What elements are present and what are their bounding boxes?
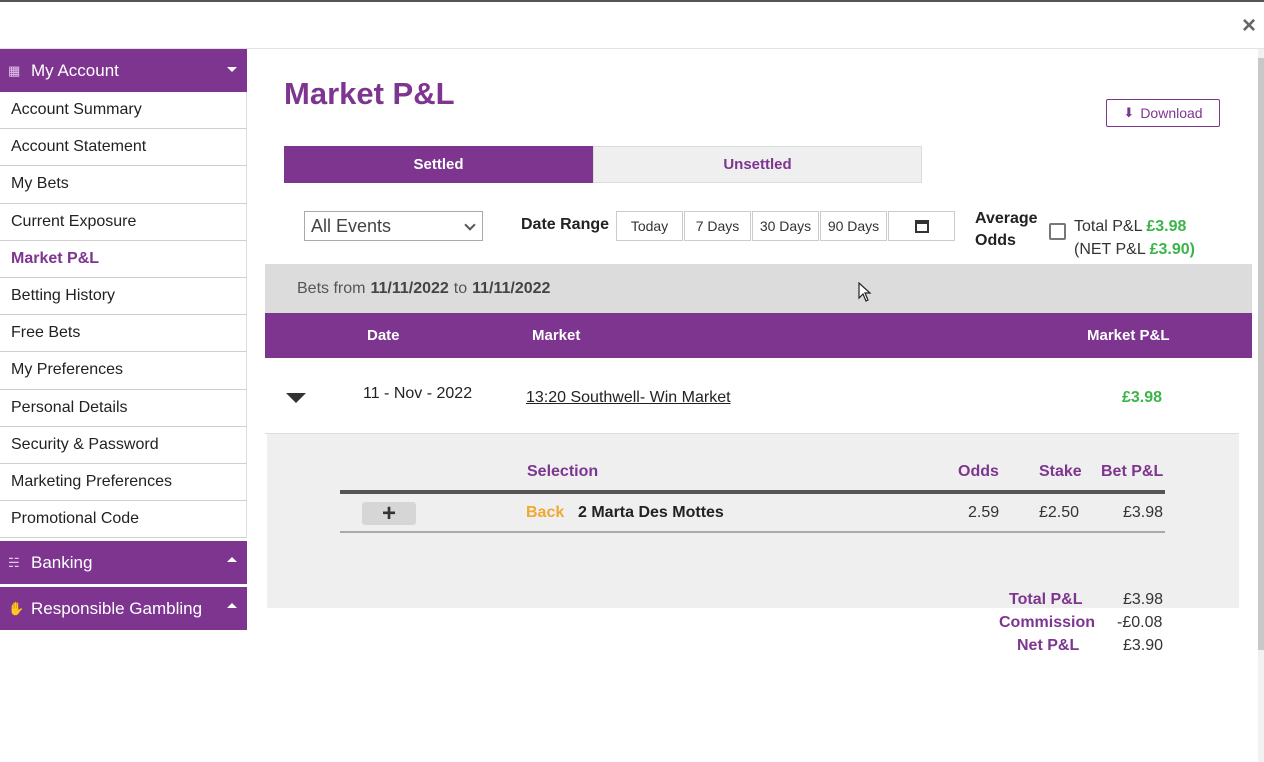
average-odds-label-line2: Odds [975,232,1016,249]
detail-header-selection: Selection [527,463,599,480]
expand-bet-button[interactable]: + [362,499,416,527]
bet-detail-panel: Selection Odds Stake Bet P&L + Back 2 Ma… [267,434,1239,654]
column-header-date: Date [367,327,400,344]
detail-header-bet-pl: Bet P&L [1101,463,1164,480]
caret-up-icon [227,603,237,609]
total-pl-line: Total P&L £3.98 [1074,215,1195,238]
average-odds-label-line1: Average [975,210,1038,227]
bet-selection-name: 2 Marta Des Mottes [578,504,724,521]
bets-from-prefix: Bets from [297,279,366,297]
bets-to-date: 11/11/2022 [472,279,551,297]
sidebar-section-responsible-gambling[interactable]: ✋ Responsible Gambling [0,587,247,631]
tab-settled[interactable]: Settled [284,146,593,183]
sidebar-item-betting-history[interactable]: Betting History [0,277,247,316]
sidebar-item-my-bets[interactable]: My Bets [0,166,247,204]
plus-icon: + [381,499,396,527]
sidebar-item-account-summary[interactable]: Account Summary [0,92,247,130]
column-header-market: Market [532,327,581,344]
collapse-toggle-icon[interactable] [286,393,306,403]
scrollbar-thumb[interactable] [1258,58,1264,650]
bet-row: + Back 2 Marta Des Mottes 2.59 £2.50 £3.… [340,494,1165,533]
bet-odds: 2.59 [968,504,1000,521]
summary-total-pl-label: Total P&L [1009,591,1083,608]
sidebar-item-free-bets[interactable]: Free Bets [0,315,247,353]
average-odds-label: Average Odds [975,208,1038,252]
sidebar-item-market-pl[interactable]: Market P&L [0,240,247,278]
table-row: 11 - Nov - 2022 13:20 Southwell- Win Mar… [265,358,1239,434]
sidebar-section-label: Banking [31,552,93,572]
date-range-90-days-button[interactable]: 90 Days [820,211,887,241]
filters-bar: All Events Date Range Today 7 Days 30 Da… [304,208,1254,258]
caret-down-icon [227,67,237,72]
page-title: Market P&L [284,76,455,111]
download-icon: ⬇ [1123,105,1135,120]
sidebar-item-my-preferences[interactable]: My Preferences [0,352,247,390]
total-pl-summary: Total P&L £3.98 (NET P&L £3.90) [1074,215,1195,261]
bank-icon: ☵ [8,554,20,570]
sidebar-section-label: Responsible Gambling [31,598,203,618]
date-range-label: Date Range [521,216,610,233]
sidebar-item-personal-details[interactable]: Personal Details [0,389,247,427]
tab-unsettled[interactable]: Unsettled [593,146,922,183]
caret-up-icon [227,557,237,563]
tabs: Settled Unsettled [284,146,922,183]
bet-stake: £2.50 [1039,504,1080,521]
summary-net-pl-label: Net P&L [1017,637,1080,654]
date-range-today-button[interactable]: Today [616,211,683,241]
close-icon[interactable]: × [1242,12,1256,40]
mouse-cursor-icon [858,282,872,302]
sidebar-item-security-password[interactable]: Security & Password [0,426,247,464]
summary-net-pl-value: £3.90 [1123,637,1164,654]
table-header: Date Market Market P&L [265,313,1252,358]
row-date: 11 - Nov - 2022 [363,385,473,402]
detail-header-stake: Stake [1039,463,1082,480]
net-pl-value: £3.90) [1149,241,1195,258]
column-header-market-pl: Market P&L [1087,327,1170,344]
sidebar-section-banking[interactable]: ☵ Banking [0,541,247,585]
detail-header-odds: Odds [958,463,999,480]
summary-commission-label: Commission [999,614,1096,631]
bet-type-back: Back [526,504,565,521]
total-pl-value: £3.98 [1146,218,1187,235]
sidebar: ▦ My Account Account Summary Account Sta… [0,49,247,631]
modal-header: × [0,0,1264,49]
sidebar-item-marketing-preferences[interactable]: Marketing Preferences [0,463,247,502]
sidebar-item-promotional-code[interactable]: Promotional Code [0,501,247,539]
date-range-7-days-button[interactable]: 7 Days [684,211,751,241]
download-button[interactable]: ⬇ Download [1106,99,1220,127]
sidebar-section-my-account[interactable]: ▦ My Account [0,49,247,92]
hand-icon: ✋ [8,600,25,616]
event-select-value: All Events [311,215,392,236]
account-icon: ▦ [8,62,21,78]
date-range-30-days-button[interactable]: 30 Days [752,211,819,241]
bets-from-date: 11/11/2022 [370,279,449,297]
sidebar-item-account-statement[interactable]: Account Statement [0,129,247,167]
net-pl-line: (NET P&L £3.90) [1074,238,1195,261]
calendar-icon [914,219,929,233]
event-select[interactable]: All Events [304,211,483,241]
chevron-down-icon [464,219,476,231]
download-label: Download [1140,105,1203,121]
bets-to-word: to [453,279,468,297]
average-odds-checkbox[interactable] [1049,223,1066,240]
main-content: Market P&L ⬇ Download Settled Unsettled … [247,49,1258,762]
net-pl-label: (NET P&L [1074,241,1146,258]
bets-date-range-banner: Bets from 11/11/2022 to 11/11/2022 [265,264,1252,313]
summary-commission-value: -£0.08 [1117,614,1163,631]
calendar-button[interactable] [888,211,955,241]
total-pl-label: Total P&L [1074,218,1142,235]
sidebar-section-label: My Account [31,60,119,80]
row-market-pl: £3.98 [1122,389,1163,406]
summary-total-pl-value: £3.98 [1123,591,1164,608]
bet-pl: £3.98 [1123,504,1164,521]
sidebar-item-current-exposure[interactable]: Current Exposure [0,203,247,241]
row-market-link[interactable]: 13:20 Southwell- Win Market [526,389,731,407]
